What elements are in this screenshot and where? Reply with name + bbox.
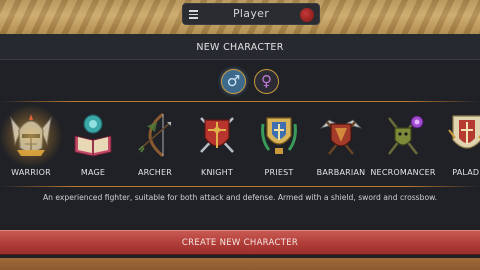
priest-chalice-icon xyxy=(257,110,301,160)
class-barbarian[interactable]: BARBARIAN xyxy=(310,106,372,186)
knight-shield-sword-icon xyxy=(195,110,239,160)
class-label: NECROMANCER xyxy=(370,168,436,177)
mage-spellbook-icon xyxy=(71,110,115,160)
divider-bottom xyxy=(0,186,480,187)
new-character-panel: NEW CHARACTER ♂ ♀ WARRIOR MAGE ARCHER KN… xyxy=(0,34,480,258)
paladin-crest-icon xyxy=(445,110,480,160)
class-mage[interactable]: MAGE xyxy=(62,106,124,186)
warrior-helmet-icon xyxy=(0,104,63,168)
class-archer[interactable]: ARCHER xyxy=(124,106,186,186)
archer-bow-icon xyxy=(133,110,177,160)
female-gender-button[interactable]: ♀ xyxy=(254,69,279,94)
divider-top xyxy=(0,101,480,102)
class-priest[interactable]: PRIEST xyxy=(248,106,310,186)
barbarian-axe-icon xyxy=(319,110,363,160)
player-bar: Player xyxy=(182,3,320,25)
male-symbol-icon: ♂ xyxy=(226,72,241,90)
panel-title: NEW CHARACTER xyxy=(196,42,284,53)
male-gender-button[interactable]: ♂ xyxy=(221,69,246,94)
map-background-bottom xyxy=(0,258,480,270)
class-selector: WARRIOR MAGE ARCHER KNIGHT PRIEST BARBAR… xyxy=(0,104,480,186)
panel-header: NEW CHARACTER xyxy=(0,34,480,60)
class-description: An experienced fighter, suitable for bot… xyxy=(42,193,438,202)
class-paladin[interactable]: PALADI xyxy=(436,106,480,186)
necromancer-staff-icon xyxy=(381,110,425,160)
class-necromancer[interactable]: NECROMANCER xyxy=(370,106,435,186)
class-warrior[interactable]: WARRIOR xyxy=(0,104,63,186)
player-name: Player xyxy=(232,7,270,20)
create-button-label: CREATE NEW CHARACTER xyxy=(181,238,299,248)
player-status-icon[interactable] xyxy=(300,8,314,22)
class-label: PALADI xyxy=(452,168,480,177)
create-new-character-button[interactable]: CREATE NEW CHARACTER xyxy=(0,230,480,255)
class-knight[interactable]: KNIGHT xyxy=(186,106,248,186)
female-symbol-icon: ♀ xyxy=(261,72,272,90)
